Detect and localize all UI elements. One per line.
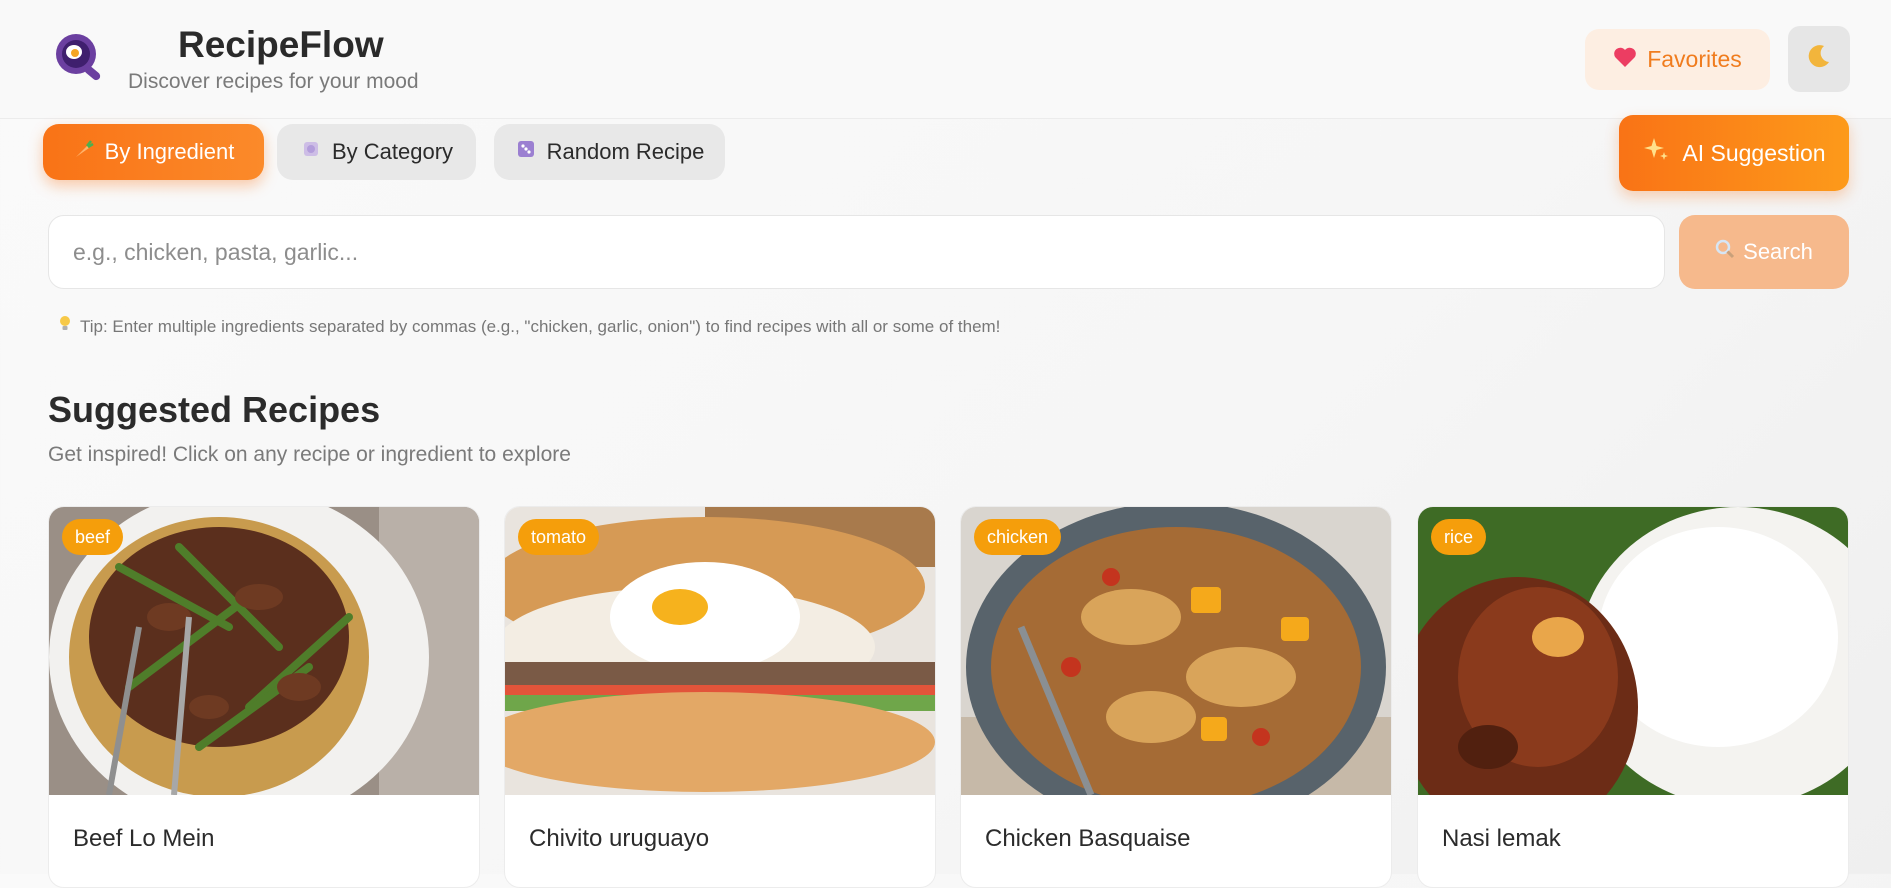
logo-icon xyxy=(50,30,112,84)
recipe-card[interactable]: tomato Chivito uruguayo xyxy=(504,506,936,888)
favorites-label: Favorites xyxy=(1647,46,1742,72)
search-icon xyxy=(1715,239,1735,265)
search-button[interactable]: Search xyxy=(1679,215,1849,289)
dice-icon xyxy=(515,138,537,166)
tab-label: Random Recipe xyxy=(546,139,705,164)
search-label: Search xyxy=(1743,239,1813,264)
recipe-title: Nasi lemak xyxy=(1442,825,1561,852)
section-subtitle: Get inspired! Click on any recipe or ing… xyxy=(48,443,571,466)
recipe-image xyxy=(1418,507,1848,795)
recipe-card[interactable]: beef Beef Lo Mein xyxy=(48,506,480,888)
app-header: RecipeFlow Discover recipes for your moo… xyxy=(0,0,1891,119)
ingredient-tag[interactable]: rice xyxy=(1431,519,1487,555)
app-title: RecipeFlow xyxy=(178,24,384,65)
recipe-title: Beef Lo Mein xyxy=(73,825,215,852)
ingredient-tag[interactable]: tomato xyxy=(518,519,600,555)
recipe-card[interactable]: chicken Chicken Basquaise xyxy=(960,506,1392,888)
favorites-button[interactable]: Favorites xyxy=(1585,29,1770,90)
search-tip: Tip: Enter multiple ingredients separate… xyxy=(58,315,1000,338)
moon-icon xyxy=(1806,43,1832,76)
ai-suggestion-button[interactable]: AI Suggestion xyxy=(1619,115,1849,191)
recipe-title: Chivito uruguayo xyxy=(529,825,710,852)
ingredient-tag[interactable]: chicken xyxy=(974,519,1062,555)
tab-random-recipe[interactable]: Random Recipe xyxy=(494,124,725,180)
tab-by-category[interactable]: By Category xyxy=(277,124,476,180)
section-title: Suggested Recipes xyxy=(48,389,381,430)
carrot-icon xyxy=(73,138,95,166)
app-subtitle: Discover recipes for your mood xyxy=(128,70,419,93)
tab-by-ingredient[interactable]: By Ingredient xyxy=(43,124,264,180)
ai-suggestion-label: AI Suggestion xyxy=(1682,139,1826,166)
recipe-card[interactable]: rice Nasi lemak xyxy=(1417,506,1849,888)
tab-label: By Category xyxy=(331,139,454,164)
ingredient-tag[interactable]: beef xyxy=(62,519,124,555)
plate-icon xyxy=(300,138,322,166)
tab-label: By Ingredient xyxy=(104,139,235,164)
lightbulb-icon xyxy=(58,315,72,338)
sparkles-icon xyxy=(1642,136,1670,170)
search-input[interactable] xyxy=(48,215,1665,289)
heart-icon xyxy=(1613,46,1637,74)
theme-toggle-button[interactable] xyxy=(1788,26,1850,92)
tip-text: Tip: Enter multiple ingredients separate… xyxy=(80,316,1001,336)
recipe-title: Chicken Basquaise xyxy=(985,825,1191,852)
